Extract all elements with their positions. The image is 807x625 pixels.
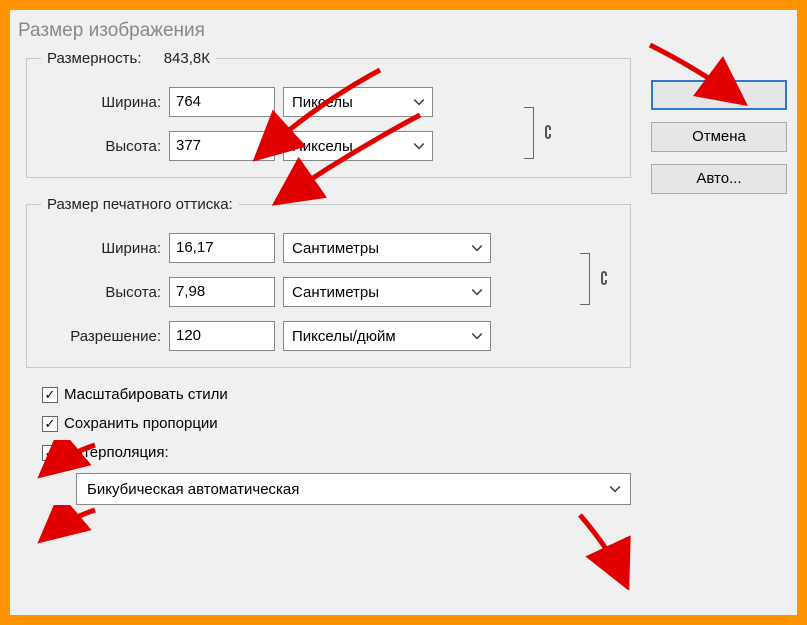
file-size-text: 843,8К — [164, 50, 210, 67]
pixel-dimensions-legend: Размерность: 843,8К — [41, 50, 216, 67]
print-width-label: Ширина: — [41, 240, 161, 257]
interpolation-method-select[interactable]: Бикубическая автоматическая — [76, 473, 631, 505]
link-bracket — [524, 107, 534, 159]
link-bracket — [580, 253, 590, 305]
chevron-down-icon — [470, 285, 484, 299]
interpolation-label: Интерполяция: — [64, 444, 169, 461]
interpolation-checkbox[interactable]: ✓ Интерполяция: — [42, 444, 631, 461]
dialog-title: Размер изображения — [10, 10, 797, 50]
pixel-height-unit-select[interactable]: Пикселы — [283, 131, 433, 161]
print-width-input[interactable]: 16,17 — [169, 233, 275, 263]
checkbox-icon: ✓ — [42, 387, 58, 403]
pixel-dimensions-group: Размерность: 843,8К Ширина: 764 Пикселы … — [26, 50, 631, 178]
cancel-button[interactable]: Отмена — [651, 122, 787, 152]
width-label: Ширина: — [41, 94, 161, 111]
link-icon[interactable] — [594, 267, 614, 289]
chevron-down-icon — [412, 139, 426, 153]
print-height-label: Высота: — [41, 284, 161, 301]
chevron-down-icon — [470, 329, 484, 343]
pixel-width-input[interactable]: 764 — [169, 87, 275, 117]
resolution-input[interactable]: 120 — [169, 321, 275, 351]
print-height-input[interactable]: 7,98 — [169, 277, 275, 307]
print-width-unit-select[interactable]: Сантиметры — [283, 233, 491, 263]
checkbox-icon: ✓ — [42, 445, 58, 461]
pixel-height-input[interactable]: 377 — [169, 131, 275, 161]
scale-styles-checkbox[interactable]: ✓ Масштабировать стили — [42, 386, 631, 403]
constrain-label: Сохранить пропорции — [64, 415, 218, 432]
height-label: Высота: — [41, 138, 161, 155]
print-height-unit-select[interactable]: Сантиметры — [283, 277, 491, 307]
print-size-legend: Размер печатного оттиска: — [41, 196, 239, 213]
pixel-width-unit-select[interactable]: Пикселы — [283, 87, 433, 117]
checkbox-icon: ✓ — [42, 416, 58, 432]
resolution-label: Разрешение: — [41, 328, 161, 345]
print-size-group: Размер печатного оттиска: Ширина: 16,17 … — [26, 196, 631, 368]
chevron-down-icon — [412, 95, 426, 109]
scale-styles-label: Масштабировать стили — [64, 386, 228, 403]
link-icon[interactable] — [538, 121, 558, 143]
constrain-proportions-checkbox[interactable]: ✓ Сохранить пропорции — [42, 415, 631, 432]
chevron-down-icon — [470, 241, 484, 255]
auto-button[interactable]: Авто... — [651, 164, 787, 194]
chevron-down-icon — [608, 482, 622, 496]
annotation-arrow — [570, 510, 650, 590]
ok-button[interactable]: ОК — [651, 80, 787, 110]
resolution-unit-select[interactable]: Пикселы/дюйм — [283, 321, 491, 351]
annotation-arrow — [35, 505, 105, 545]
